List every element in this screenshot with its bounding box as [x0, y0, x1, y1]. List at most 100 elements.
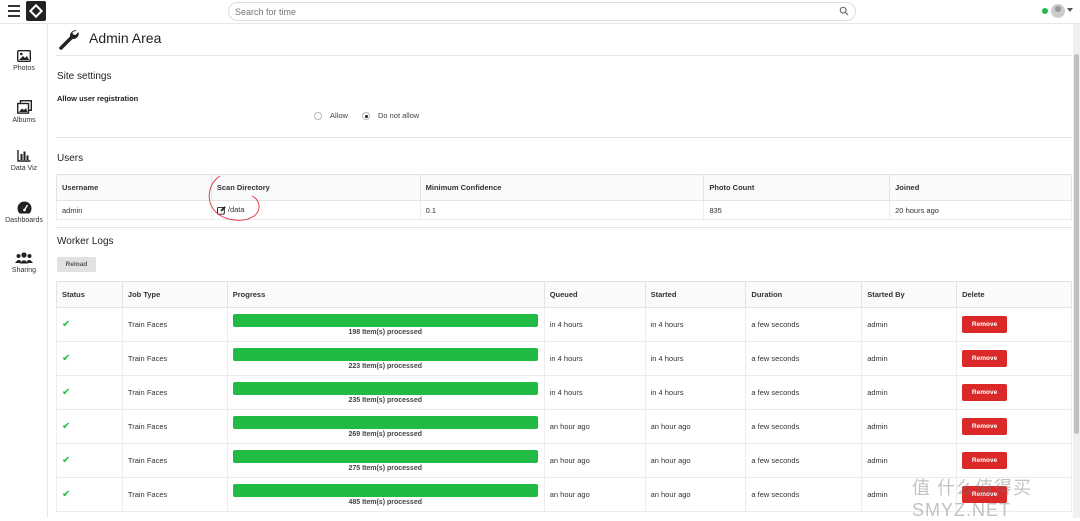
watermark-text: 值 什么值得买 SMYZ.NET: [912, 478, 1033, 520]
radio-allow-label[interactable]: Allow: [330, 111, 348, 120]
progress-label: 223 Item(s) processed: [348, 362, 422, 370]
sidebar-item-label: Dashboards: [5, 217, 43, 224]
started-cell: in 4 hours: [644, 375, 747, 410]
sidebar: Photos Albums Data Viz Dashboards Sharin…: [0, 24, 48, 518]
progress-cell: 269 Item(s) processed: [226, 409, 545, 444]
remove-button[interactable]: Remove: [962, 452, 1008, 469]
photo-count-cell: 835: [703, 200, 891, 220]
started-cell: an hour ago: [644, 477, 747, 512]
duration-cell: a few seconds: [745, 341, 863, 376]
sidebar-item-label: Photos: [13, 65, 35, 72]
job-type-cell: Train Faces: [121, 341, 228, 376]
progress-cell: 275 Item(s) processed: [226, 443, 545, 478]
table-row: ✔ Train Faces 235 Item(s) processed in 4 ho…: [56, 375, 1072, 410]
sidebar-item-albums[interactable]: Albums: [0, 100, 48, 124]
started-by-cell: admin: [861, 409, 958, 444]
check-icon: ✔: [62, 353, 71, 364]
started-by-cell: admin: [861, 375, 958, 410]
table-row: admin /data 0.1 835 20 hours ago: [56, 200, 1072, 220]
queued-cell: an hour ago: [543, 477, 646, 512]
sidebar-item-photos[interactable]: Photos: [0, 50, 48, 72]
sidebar-item-dashboards[interactable]: Dashboards: [0, 201, 48, 224]
divider: [56, 227, 1072, 228]
image-icon: [17, 50, 31, 62]
search-box[interactable]: [228, 2, 856, 21]
progress-cell: 223 Item(s) processed: [226, 341, 545, 376]
main-content: Admin Area Site settings Allow user regi…: [48, 24, 1080, 518]
column-header: Scan Directory: [210, 174, 421, 201]
dashboard-icon: [17, 201, 31, 214]
check-icon: ✔: [62, 489, 71, 500]
scan-directory-value: /data: [227, 205, 245, 215]
online-status-dot: [1042, 8, 1048, 14]
page-title: Admin Area: [89, 30, 162, 46]
bar-chart-icon: [17, 150, 31, 162]
radio-do-not-allow-label[interactable]: Do not allow: [378, 111, 419, 120]
sidebar-item-sharing[interactable]: Sharing: [0, 252, 48, 274]
reload-button[interactable]: Reload: [57, 257, 96, 272]
site-settings-title: Site settings: [57, 71, 112, 82]
column-header: Started: [644, 281, 747, 308]
duration-cell: a few seconds: [745, 307, 863, 342]
chevron-down-icon[interactable]: [1067, 8, 1073, 12]
progress-cell: 235 Item(s) processed: [226, 375, 545, 410]
status-cell: ✔: [56, 477, 123, 512]
duration-cell: a few seconds: [745, 443, 863, 478]
status-cell: ✔: [56, 443, 123, 478]
scrollbar[interactable]: [1073, 24, 1080, 518]
status-cell: ✔: [56, 375, 123, 410]
sidebar-item-data-viz[interactable]: Data Viz: [0, 150, 48, 172]
job-type-cell: Train Faces: [121, 477, 228, 512]
job-type-cell: Train Faces: [121, 375, 228, 410]
wrench-icon: [59, 30, 79, 50]
started-by-cell: admin: [861, 443, 958, 478]
column-header: Joined: [889, 174, 1072, 201]
radio-allow[interactable]: [314, 111, 322, 120]
remove-button[interactable]: Remove: [962, 418, 1008, 435]
remove-button[interactable]: Remove: [962, 384, 1008, 401]
delete-cell: Remove: [956, 409, 1072, 444]
column-header: Queued: [543, 281, 646, 308]
progress-bar: [232, 347, 538, 361]
column-header: Duration: [745, 281, 863, 308]
edit-icon[interactable]: [216, 206, 226, 215]
search-icon[interactable]: [839, 6, 849, 16]
users-table: Username Scan Directory Minimum Confiden…: [56, 174, 1072, 220]
delete-cell: Remove: [956, 375, 1072, 410]
queued-cell: in 4 hours: [543, 375, 646, 410]
progress-cell: 485 Item(s) processed: [226, 477, 545, 512]
progress-bar: [232, 381, 538, 395]
remove-button[interactable]: Remove: [962, 316, 1008, 333]
user-avatar[interactable]: [1051, 4, 1065, 18]
queued-cell: in 4 hours: [543, 341, 646, 376]
top-bar: [0, 0, 1080, 24]
progress-track: 275 Item(s) processed: [232, 449, 538, 472]
scrollbar-thumb[interactable]: [1074, 54, 1079, 434]
progress-track: 223 Item(s) processed: [232, 347, 538, 370]
started-cell: an hour ago: [644, 409, 747, 444]
remove-button[interactable]: Remove: [962, 350, 1008, 367]
progress-bar: [232, 449, 538, 463]
check-icon: ✔: [62, 319, 71, 330]
job-type-cell: Train Faces: [121, 307, 228, 342]
app-logo[interactable]: [26, 1, 46, 21]
progress-bar: [232, 313, 538, 327]
progress-bar: [232, 415, 538, 429]
allow-registration-label: Allow user registration: [57, 94, 139, 103]
search-input[interactable]: [235, 7, 825, 17]
progress-label: 485 Item(s) processed: [348, 498, 422, 506]
progress-label: 269 Item(s) processed: [348, 430, 422, 438]
job-type-cell: Train Faces: [121, 443, 228, 478]
progress-track: 198 Item(s) processed: [232, 313, 538, 336]
delete-cell: Remove: [956, 341, 1072, 376]
radio-do-not-allow[interactable]: [361, 111, 370, 120]
progress-bar: [232, 483, 538, 497]
column-header: Delete: [956, 281, 1072, 308]
hamburger-menu-icon[interactable]: [8, 5, 20, 17]
check-icon: ✔: [62, 455, 71, 466]
column-header: Job Type: [121, 281, 228, 308]
check-icon: ✔: [62, 421, 71, 432]
delete-cell: Remove: [956, 443, 1072, 478]
started-cell: in 4 hours: [644, 307, 747, 342]
worker-logs-title: Worker Logs: [57, 236, 114, 247]
